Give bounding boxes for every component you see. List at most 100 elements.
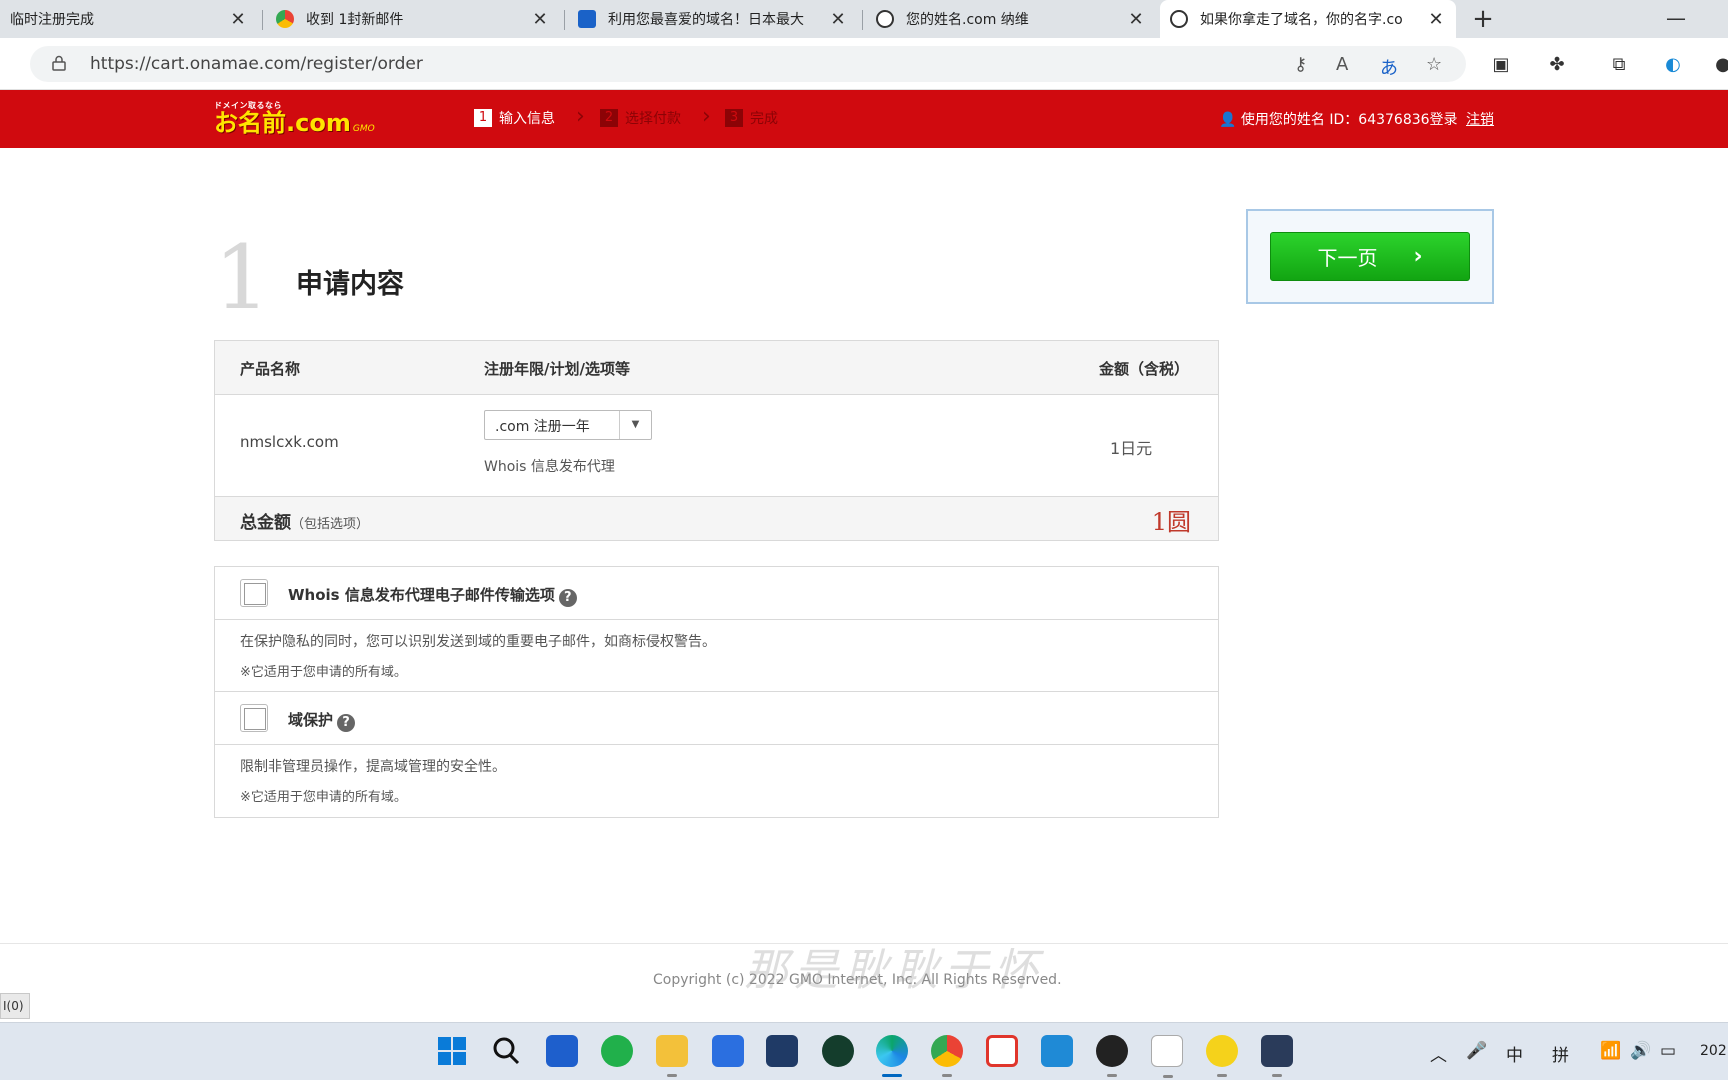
browser-tab[interactable]: 您的姓名.com 纳维 ✕ <box>866 0 1156 38</box>
step-label: 选择付款 <box>625 111 681 127</box>
profile-avatar-icon[interactable]: ● <box>1712 54 1728 76</box>
wps-icon[interactable] <box>712 1035 744 1067</box>
onamae-logo[interactable]: ドメイン取るなら お名前.com GMO <box>214 100 375 135</box>
ime-mode-indicator[interactable]: 拼 <box>1552 1041 1569 1066</box>
close-icon[interactable]: ✕ <box>228 9 248 30</box>
tab-title: 临时注册完成 <box>10 12 94 28</box>
chrome-icon[interactable] <box>931 1035 963 1077</box>
windows-start-icon[interactable] <box>436 1035 468 1067</box>
help-icon[interactable]: ? <box>337 714 356 732</box>
total-label: 总金额（包括选项） <box>240 508 369 533</box>
browser-tab-active[interactable]: 如果你拿走了域名，你的名字.co ✕ <box>1160 0 1456 38</box>
new-tab-button[interactable]: + <box>1468 4 1498 34</box>
browser-tab[interactable]: 利用您最喜爱的域名！日本最大 ✕ <box>568 0 858 38</box>
lock-icon[interactable] <box>52 55 66 71</box>
domain-protect-checkbox[interactable] <box>240 704 268 732</box>
option-note-text: ※它适用于您申请的所有域。 <box>240 790 407 805</box>
close-icon[interactable]: ✕ <box>1126 9 1146 30</box>
option-label-text: Whois 信息发布代理电子邮件传输选项 <box>288 586 555 604</box>
minimize-button[interactable]: — <box>1666 6 1686 30</box>
step-number: 2 <box>600 109 618 127</box>
key-icon[interactable]: ⚷ <box>1294 54 1307 75</box>
browser-tab[interactable]: 临时注册完成 ✕ <box>0 0 258 38</box>
url-text[interactable]: https://cart.onamae.com/register/order <box>90 54 423 74</box>
windows-taskbar: ︿ 🎤 中 拼 📶 🔊 ▭ 202 <box>0 1022 1728 1080</box>
chevron-right-icon: › <box>702 104 711 129</box>
options-box: Whois 信息发布代理电子邮件传输选项? 在保护隐私的同时，您可以识别发送到域… <box>214 566 1219 818</box>
edge-browser-icon[interactable] <box>876 1035 908 1077</box>
tab-actions-icon[interactable]: ⧉ <box>1608 54 1630 76</box>
extensions-icon[interactable]: ✤ <box>1546 54 1568 76</box>
table-row: nmslcxk.com .com 注册一年 ▼ Whois 信息发布代理 1日元 <box>215 395 1218 497</box>
close-icon[interactable]: ✕ <box>530 9 550 30</box>
microphone-icon[interactable]: 🎤 <box>1466 1041 1487 1061</box>
volume-icon[interactable]: 🔊 <box>1630 1041 1651 1061</box>
total-label-text: 总金额 <box>240 513 291 533</box>
close-icon[interactable]: ✕ <box>828 9 848 30</box>
browser-tab-strip: 临时注册完成 ✕ 收到 1封新邮件 ✕ 利用您最喜爱的域名！日本最大 ✕ 您的姓… <box>0 0 1728 38</box>
chevron-up-icon[interactable]: ︿ <box>1430 1041 1447 1066</box>
page-title: 申请内容 <box>296 269 404 300</box>
whois-email-checkbox[interactable] <box>240 579 268 607</box>
app-icon-dark-green[interactable] <box>822 1035 854 1067</box>
favorite-add-icon[interactable]: ☆ <box>1426 54 1442 75</box>
option-note-text: ※它适用于您申请的所有域。 <box>240 665 407 680</box>
column-header-amount: 金额（含税） <box>1098 360 1189 378</box>
next-button-panel: 下一页 › <box>1246 209 1494 304</box>
column-header-plan: 注册年限/计划/选项等 <box>484 360 630 378</box>
help-icon[interactable]: ? <box>558 589 577 607</box>
edge-sidebar-icon[interactable]: ◐ <box>1662 54 1684 76</box>
video-watermark: 那是耿耿于怀 <box>744 945 1044 996</box>
site-header: ドメイン取るなら お名前.com GMO 1 输入信息 › 2 选择付款 › 3 … <box>0 90 1728 148</box>
status-pill: I(0) <box>0 993 30 1019</box>
browser-tab[interactable]: 收到 1封新邮件 ✕ <box>266 0 560 38</box>
next-page-button[interactable]: 下一页 › <box>1270 232 1470 281</box>
search-icon[interactable] <box>490 1035 522 1067</box>
close-icon[interactable]: ✕ <box>1426 9 1446 30</box>
clock[interactable]: 202 <box>1700 1043 1727 1059</box>
total-note: （包括选项） <box>291 517 370 532</box>
loading-favicon-icon <box>1170 10 1188 28</box>
collections-icon[interactable]: ▣ <box>1490 54 1512 76</box>
chevron-right-icon: › <box>576 104 585 129</box>
chat-app-icon[interactable] <box>601 1035 633 1067</box>
browser-toolbar: https://cart.onamae.com/register/order ⚷… <box>0 38 1728 90</box>
product-name: nmslcxk.com <box>240 433 339 451</box>
logo-main: お名前.com <box>214 109 351 137</box>
cat-app-icon[interactable] <box>1261 1035 1293 1077</box>
plan-select[interactable]: .com 注册一年 ▼ <box>484 410 652 440</box>
wifi-icon[interactable]: 📶 <box>1600 1041 1621 1061</box>
translate-icon[interactable]: あ <box>1380 54 1398 80</box>
ime-language-indicator[interactable]: 中 <box>1506 1041 1523 1066</box>
obs-icon[interactable] <box>1096 1035 1128 1077</box>
logout-link[interactable]: 注销 <box>1466 112 1494 128</box>
app-icon-blue[interactable] <box>546 1035 578 1067</box>
plan-option-text: Whois 信息发布代理 <box>484 459 615 475</box>
user-icon: 👤 <box>1219 112 1237 128</box>
vscode-icon[interactable] <box>1041 1035 1073 1067</box>
tab-title: 利用您最喜爱的域名！日本最大 <box>608 12 804 28</box>
progress-step-2: 2 选择付款 <box>600 108 681 128</box>
step-number: 3 <box>725 109 743 127</box>
mail-favicon-icon <box>276 10 294 28</box>
battery-icon[interactable]: ▭ <box>1660 1041 1676 1061</box>
chevron-down-icon[interactable]: ▼ <box>619 411 651 439</box>
address-bar[interactable]: https://cart.onamae.com/register/order ⚷… <box>30 46 1466 82</box>
typora-icon[interactable] <box>1151 1035 1183 1078</box>
screen-record-icon[interactable] <box>986 1035 1018 1067</box>
file-explorer-icon[interactable] <box>656 1035 688 1077</box>
next-button-label: 下一页 <box>1317 246 1378 270</box>
store-icon[interactable] <box>766 1035 798 1067</box>
read-aloud-icon[interactable]: A <box>1336 54 1348 75</box>
option-row-whois-email: Whois 信息发布代理电子邮件传输选项? <box>215 567 1218 620</box>
row-price: 1日元 <box>1110 439 1153 458</box>
option-row-domain-protect: 域保护? <box>215 692 1218 745</box>
option-label: Whois 信息发布代理电子邮件传输选项? <box>288 584 577 607</box>
tab-title: 您的姓名.com 纳维 <box>906 12 1029 28</box>
user-id-text: 使用您的姓名 ID：64376836登录 <box>1240 112 1458 128</box>
tab-title: 收到 1封新邮件 <box>306 12 404 28</box>
logo-gmo: GMO <box>352 124 375 134</box>
music-app-icon[interactable] <box>1206 1035 1238 1077</box>
progress-step-1: 1 输入信息 <box>474 108 555 128</box>
step-label: 完成 <box>750 111 778 127</box>
